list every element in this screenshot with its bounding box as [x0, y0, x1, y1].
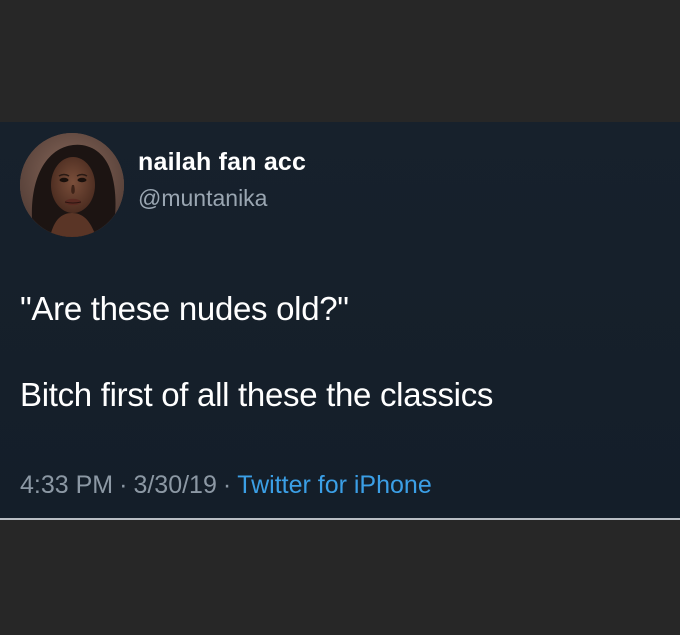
user-handle[interactable]: @muntanika — [138, 185, 267, 212]
tweet-text-line: Bitch first of all these the classics — [20, 376, 494, 413]
display-name[interactable]: nailah fan acc — [138, 148, 306, 177]
tweet-metadata: 4:33 PM · 3/30/19 · Twitter for iPhone — [20, 471, 432, 500]
meta-separator: · — [222, 471, 232, 499]
avatar[interactable] — [20, 133, 124, 237]
tweet-source-link[interactable]: Twitter for iPhone — [237, 471, 432, 499]
tweet-time[interactable]: 4:33 PM — [20, 471, 113, 499]
profile-photo-icon — [20, 133, 124, 237]
tweet-text-line: "Are these nudes old?" — [20, 290, 349, 327]
tweet-date[interactable]: 3/30/19 — [133, 471, 216, 499]
screenshot-frame: nailah fan acc @muntanika "Are these nud… — [0, 0, 680, 635]
meta-separator: · — [119, 471, 128, 499]
tweet-card[interactable]: nailah fan acc @muntanika "Are these nud… — [0, 122, 680, 520]
